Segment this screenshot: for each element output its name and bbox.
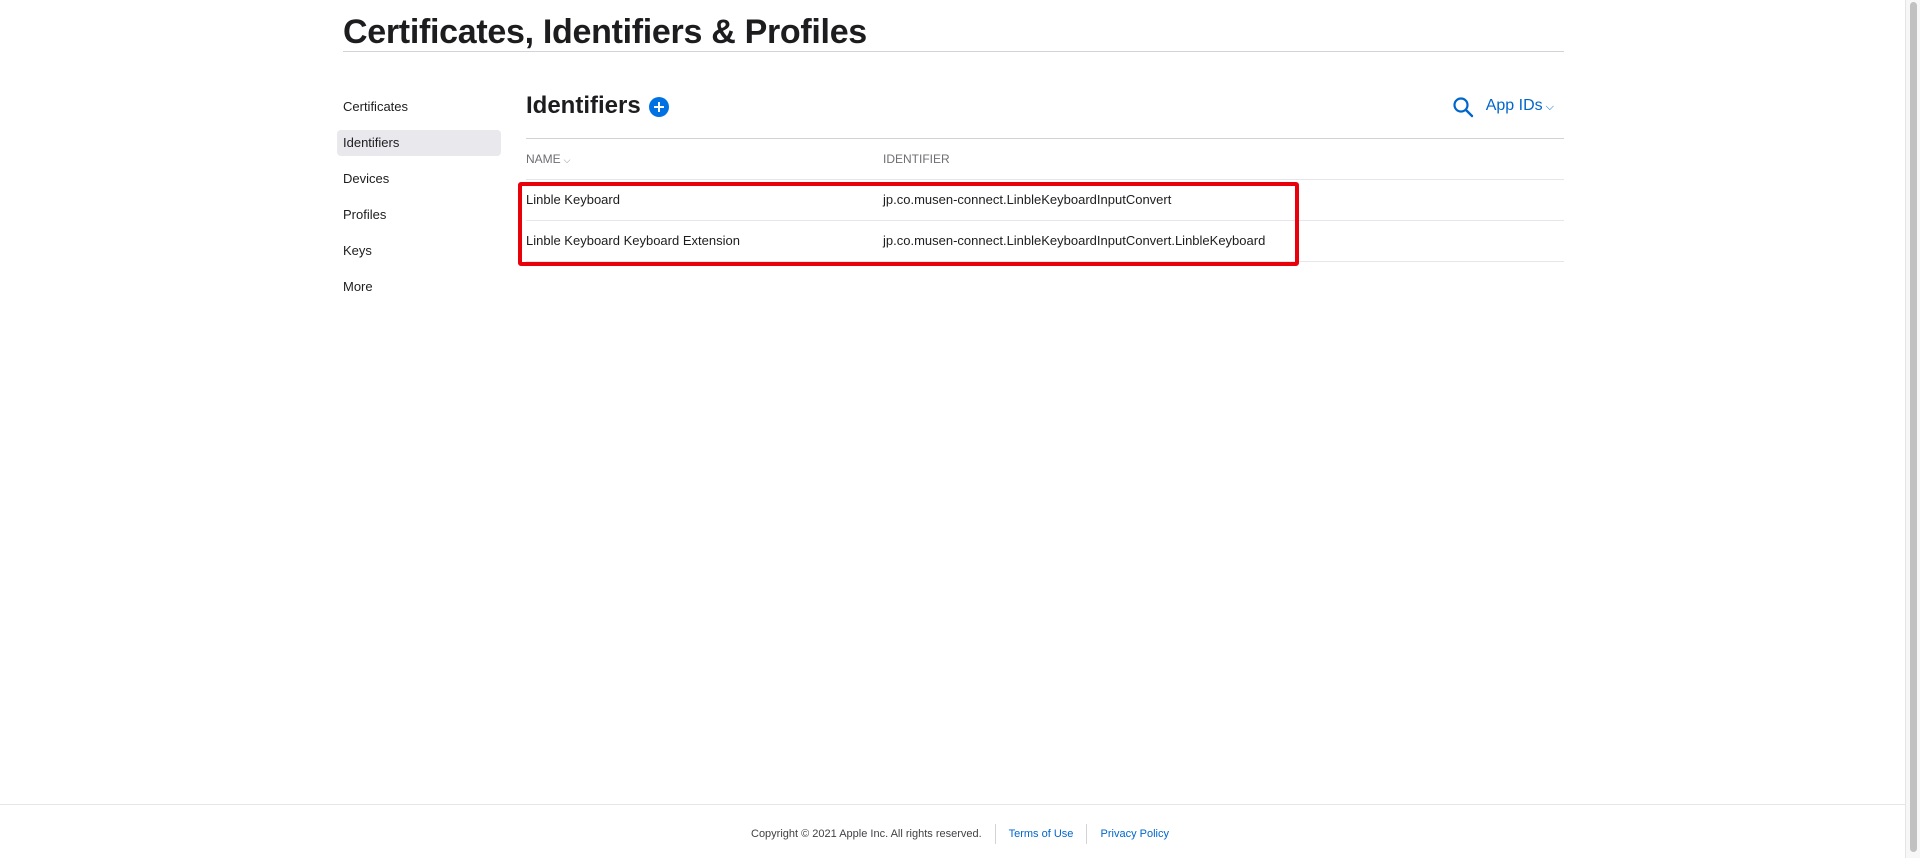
footer: Copyright © 2021 Apple Inc. All rights r… (0, 820, 1920, 848)
sidebar-item-keys[interactable]: Keys (343, 238, 507, 264)
search-icon[interactable] (1452, 96, 1474, 118)
sort-chevron-icon: ⌵ (563, 155, 571, 165)
sidebar-item-profiles[interactable]: Profiles (343, 202, 507, 228)
sidebar-item-more[interactable]: More (343, 274, 507, 300)
row-name: Linble Keyboard Keyboard Extension (526, 233, 740, 248)
terms-of-use-link[interactable]: Terms of Use (1009, 828, 1074, 840)
column-header-name-label: NAME (526, 152, 561, 166)
footer-separator (1086, 824, 1088, 845)
sidebar-item-devices[interactable]: Devices (343, 166, 507, 192)
scrollbar-thumb[interactable] (1910, 2, 1917, 852)
content-container: Certificates, Identifiers & Profiles Cer… (337, 0, 1564, 294)
filter-select-app-ids[interactable]: App IDs ⌵ (1486, 94, 1554, 119)
vertical-scrollbar[interactable] (1905, 0, 1920, 858)
sidebar-item-certificates[interactable]: Certificates (343, 94, 507, 120)
add-identifier-button[interactable] (649, 97, 669, 117)
chevron-down-icon: ⌵ (1545, 101, 1554, 113)
footer-divider (0, 804, 1920, 805)
filter-label: App IDs (1485, 97, 1543, 114)
section-header: Identifiers App IDs ⌵ (526, 90, 1564, 122)
row-identifier: jp.co.musen-connect.LinbleKeyboardInputC… (883, 192, 1172, 207)
page: Certificates, Identifiers & Profiles Cer… (0, 0, 1920, 858)
table-row[interactable]: Linble Keyboard jp.co.musen-connect.Linb… (526, 180, 1564, 221)
sidebar: Certificates Identifiers Devices Profile… (337, 94, 507, 310)
footer-separator (994, 824, 996, 845)
sidebar-item-identifiers[interactable]: Identifiers (337, 130, 501, 156)
privacy-policy-link[interactable]: Privacy Policy (1101, 828, 1169, 840)
column-header-name[interactable]: NAME ⌵ (526, 139, 571, 180)
main-content: Identifiers App IDs ⌵ (526, 90, 1564, 122)
column-header-identifier: IDENTIFIER (883, 152, 950, 166)
table-row[interactable]: Linble Keyboard Keyboard Extension jp.co… (526, 221, 1564, 262)
table-header: NAME ⌵ IDENTIFIER (526, 139, 1564, 180)
identifiers-table: NAME ⌵ IDENTIFIER Linble Keyboard jp.co.m… (526, 139, 1564, 262)
copyright-text: Copyright © 2021 Apple Inc. All rights r… (751, 828, 982, 840)
section-title: Identifiers (526, 92, 641, 119)
row-name: Linble Keyboard (526, 192, 620, 207)
title-divider (343, 51, 1564, 52)
row-identifier: jp.co.musen-connect.LinbleKeyboardInputC… (883, 233, 1266, 248)
page-title: Certificates, Identifiers & Profiles (343, 13, 867, 51)
